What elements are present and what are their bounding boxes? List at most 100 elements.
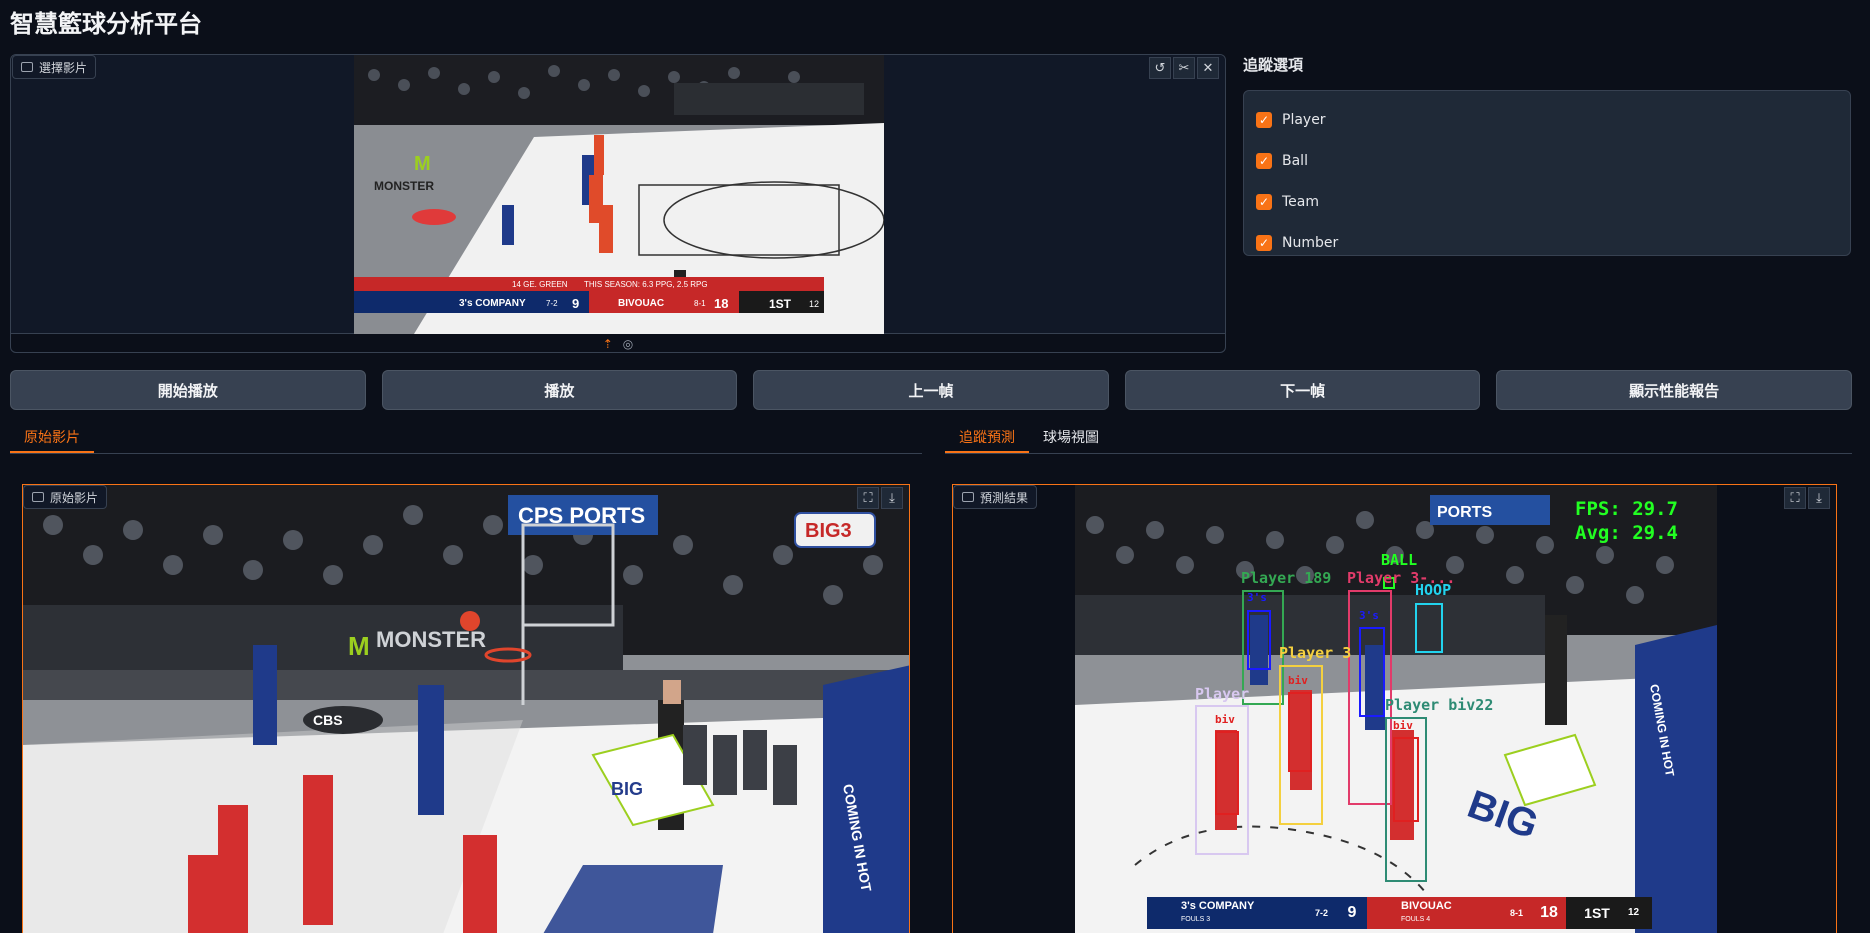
upload-label: 選擇影片 — [12, 55, 97, 79]
option-player[interactable]: ✓ Player — [1256, 99, 1838, 140]
upload-source-bar: ⇡ ◎ — [11, 337, 1225, 351]
svg-text:M: M — [414, 153, 431, 175]
svg-text:BIG3: BIG3 — [805, 520, 852, 542]
svg-text:1ST: 1ST — [769, 297, 792, 311]
svg-text:M: M — [348, 631, 370, 661]
download-icon[interactable]: ⤓ — [881, 487, 903, 509]
fps-readout: FPS: 29.7 — [1575, 498, 1678, 520]
upload-label-text: 選擇影片 — [39, 60, 88, 75]
detection-box — [1215, 731, 1239, 815]
upload-video-preview[interactable]: M MONSTER 14 GE. GREEN THIS SEASON: 6.3 … — [354, 55, 884, 334]
original-pane-label-text: 原始影片 — [50, 490, 99, 505]
detection-label: Player 189 — [1241, 569, 1332, 587]
svg-text:BIG: BIG — [611, 779, 643, 799]
option-ball[interactable]: ✓ Ball — [1256, 140, 1838, 181]
svg-text:MONSTER: MONSTER — [374, 179, 434, 193]
video-icon — [21, 62, 33, 72]
upload-video-frame: M MONSTER 14 GE. GREEN THIS SEASON: 6.3 … — [354, 55, 884, 334]
hoop-label: HOOP — [1415, 581, 1452, 599]
svg-text:14 GE. GREEN: 14 GE. GREEN — [512, 280, 568, 289]
detection-box — [1247, 610, 1271, 670]
period: 1ST — [1566, 897, 1628, 929]
close-icon[interactable]: ✕ — [1197, 57, 1219, 79]
fullscreen-icon[interactable]: ⛶ — [1784, 487, 1806, 509]
detection-box — [1359, 627, 1385, 717]
team-tag: biv — [1215, 713, 1235, 726]
team1-record: 7-2 — [1315, 897, 1337, 929]
undo-icon[interactable]: ↺ — [1149, 57, 1171, 79]
svg-text:BIVOUAC: BIVOUAC — [618, 298, 664, 309]
next-frame-button[interactable]: 下一幀 — [1124, 370, 1481, 410]
detection-label: Player — [1195, 685, 1250, 703]
team1-fouls: FOULS 3 — [1181, 916, 1211, 923]
prediction-pane-label: 預測結果 — [953, 485, 1038, 509]
ball-label: BALL — [1381, 551, 1418, 569]
prediction-pane: PORTS BIG COMING IN HOT Player 189 Playe… — [952, 484, 1837, 933]
option-number[interactable]: ✓ Number — [1256, 222, 1838, 263]
option-label: Player — [1282, 111, 1326, 128]
app-title: 智慧籃球分析平台 — [10, 10, 202, 38]
control-buttons: 開始播放 播放 上一幀 下一幀 顯示性能報告 — [10, 370, 1852, 410]
prediction-scoreboard: 3's COMPANY FOULS 3 7-2 9 BIVOUAC FOULS … — [1147, 897, 1652, 929]
detection-box — [1288, 692, 1312, 772]
option-label: Number — [1282, 234, 1339, 251]
upload-icon[interactable]: ⇡ — [603, 337, 613, 351]
option-label: Ball — [1282, 152, 1308, 169]
checkbox-checked-icon[interactable]: ✓ — [1256, 234, 1272, 251]
svg-text:9: 9 — [572, 296, 579, 311]
download-icon[interactable]: ⤓ — [1808, 487, 1830, 509]
original-pane-label: 原始影片 — [23, 485, 108, 509]
image-icon — [32, 492, 44, 502]
svg-text:CBS: CBS — [313, 712, 343, 728]
right-tabs: 追蹤預測 球場視圖 — [945, 422, 1852, 454]
tab-original-video[interactable]: 原始影片 — [10, 422, 94, 453]
play-button[interactable]: 播放 — [381, 370, 738, 410]
svg-text:7-2: 7-2 — [546, 299, 558, 308]
avg-fps-readout: Avg: 29.4 — [1575, 522, 1678, 544]
prediction-pane-label-text: 預測結果 — [980, 490, 1029, 505]
svg-text:12: 12 — [809, 299, 819, 309]
tab-court-view[interactable]: 球場視圖 — [1029, 422, 1113, 453]
team2-record: 8-1 — [1510, 897, 1532, 929]
checkbox-checked-icon[interactable]: ✓ — [1256, 193, 1272, 210]
svg-text:8-1: 8-1 — [694, 299, 706, 308]
webcam-icon[interactable]: ◎ — [623, 337, 633, 351]
start-playback-button[interactable]: 開始播放 — [10, 370, 366, 410]
detection-label: Player 3 — [1279, 644, 1352, 662]
upload-preview-area[interactable]: 選擇影片 M MONSTER 14 GE. GREEN THIS SEASON:… — [11, 55, 1225, 334]
left-tabs: 原始影片 — [10, 422, 922, 454]
option-team[interactable]: ✓ Team — [1256, 181, 1838, 222]
team2-fouls: FOULS 4 — [1401, 916, 1431, 923]
prediction-pane-toolbar: ⛶ ⤓ — [1784, 487, 1830, 509]
prev-frame-button[interactable]: 上一幀 — [753, 370, 1109, 410]
checkbox-checked-icon[interactable]: ✓ — [1256, 152, 1272, 169]
team-tag: biv — [1393, 719, 1413, 732]
original-video-frame[interactable]: M MONSTER CPS PORTS BIG3 CBS BIG COMING … — [23, 485, 909, 933]
svg-text:PORTS: PORTS — [1437, 504, 1492, 521]
team-tag: 3's — [1247, 591, 1267, 604]
fullscreen-icon[interactable]: ⛶ — [857, 487, 879, 509]
image-icon — [962, 492, 974, 502]
tab-tracking-prediction[interactable]: 追蹤預測 — [945, 422, 1029, 453]
team-tag: biv — [1288, 674, 1308, 687]
svg-text:THIS SEASON: 6.3 PPG, 2.5 RPG: THIS SEASON: 6.3 PPG, 2.5 RPG — [584, 280, 708, 289]
video-upload-block[interactable]: 選擇影片 M MONSTER 14 GE. GREEN THIS SEASON:… — [10, 54, 1226, 353]
upload-toolbar: ↺ ✂ ✕ — [1149, 57, 1219, 79]
tracking-options-title: 追蹤選項 — [1243, 56, 1304, 74]
hoop-box — [1415, 603, 1443, 653]
detection-box — [1393, 737, 1419, 822]
clock: 12 — [1628, 897, 1652, 929]
prediction-video-frame[interactable]: PORTS BIG COMING IN HOT Player 189 Playe… — [1075, 485, 1717, 933]
team1-name: 3's COMPANY — [1181, 900, 1255, 912]
team2-name: BIVOUAC — [1401, 900, 1452, 912]
performance-report-button[interactable]: 顯示性能報告 — [1496, 370, 1852, 410]
scissors-icon[interactable]: ✂ — [1173, 57, 1195, 79]
option-label: Team — [1282, 193, 1320, 210]
detection-label: Player biv22 — [1385, 696, 1494, 714]
checkbox-checked-icon[interactable]: ✓ — [1256, 111, 1272, 128]
original-pane-toolbar: ⛶ ⤓ — [857, 487, 903, 509]
svg-text:18: 18 — [714, 296, 728, 311]
svg-text:3's COMPANY: 3's COMPANY — [459, 298, 526, 309]
team2-score: 18 — [1532, 897, 1566, 929]
team-tag: 3's — [1359, 609, 1379, 622]
